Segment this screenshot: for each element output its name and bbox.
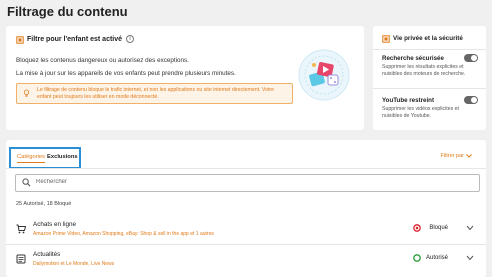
categories-card: Catégories Exclusions Filtrer par 25 Aut… bbox=[6, 140, 486, 277]
divider bbox=[6, 244, 486, 245]
list-item[interactable]: Achats en ligne Amazon Prime Video, Amaz… bbox=[6, 218, 486, 244]
allowed-status-icon bbox=[413, 254, 421, 262]
list-item[interactable]: Actualités Dailymotion et Le Monde, Live… bbox=[6, 248, 486, 274]
child-filter-title: Filtre pour l'enfant est activé bbox=[27, 35, 123, 43]
content-filter-illustration bbox=[298, 49, 350, 101]
page-title: Filtrage du contenu bbox=[7, 4, 128, 19]
category-apps: Amazon Prime Video, Amazon Shopping, eBa… bbox=[33, 231, 214, 237]
safe-search-label: Recherche sécurisée bbox=[382, 55, 444, 62]
youtube-restricted-label: YouTube restreint bbox=[382, 97, 435, 104]
privacy-safety-card: Vie privée et la sécurité Recherche sécu… bbox=[373, 26, 486, 130]
tab-categories[interactable]: Catégories bbox=[17, 154, 46, 163]
shopping-cart-icon bbox=[16, 224, 26, 234]
child-filter-card: Filtre pour l'enfant est activé i Bloque… bbox=[6, 26, 364, 130]
youtube-restricted-toggle[interactable] bbox=[464, 96, 478, 104]
search-box bbox=[15, 174, 480, 192]
tab-bar: Catégories Exclusions bbox=[9, 147, 81, 169]
blocked-status-icon bbox=[413, 224, 421, 232]
status-badge: Autorisé bbox=[425, 255, 448, 261]
category-name: Achats en ligne bbox=[33, 221, 77, 228]
filter-icon bbox=[16, 35, 24, 44]
filter-by-dropdown[interactable]: Filtrer par bbox=[440, 153, 472, 159]
divider bbox=[373, 49, 486, 50]
lightbulb-icon bbox=[23, 89, 30, 97]
chevron-down-icon bbox=[466, 154, 472, 158]
status-badge: Bloqué bbox=[429, 225, 448, 231]
category-counts: 25 Autorisé, 18 Bloqué bbox=[16, 201, 72, 207]
category-name: Actualités bbox=[33, 251, 61, 258]
tab-exclusions[interactable]: Exclusions bbox=[47, 154, 78, 160]
privacy-header: Vie privée et la sécurité bbox=[382, 35, 463, 43]
divider bbox=[6, 168, 486, 169]
warning-banner: Le filtrage de contenu bloque le trafic … bbox=[16, 83, 293, 104]
filter-by-label: Filtrer par bbox=[440, 153, 464, 159]
shield-icon bbox=[382, 35, 390, 43]
child-filter-header: Filtre pour l'enfant est activé i bbox=[16, 35, 135, 44]
info-icon[interactable]: i bbox=[126, 35, 135, 43]
privacy-title: Vie privée et la sécurité bbox=[393, 35, 463, 42]
update-note: La mise à jour sur les appareils de vos … bbox=[16, 70, 236, 77]
category-apps: Dailymotion et Le Monde, Live News bbox=[33, 261, 115, 267]
news-icon bbox=[16, 254, 26, 264]
chevron-down-icon[interactable] bbox=[466, 225, 474, 231]
warning-text: Le filtrage de contenu bloque le trafic … bbox=[37, 87, 275, 100]
search-input[interactable] bbox=[36, 177, 466, 187]
safe-search-desc: Supprimer les résultats explicites et nu… bbox=[382, 64, 466, 77]
youtube-restricted-desc: Supprimer les vidéos explicites et nuisi… bbox=[382, 106, 459, 119]
search-icon bbox=[22, 178, 31, 187]
divider bbox=[373, 88, 486, 89]
safe-search-toggle[interactable] bbox=[464, 54, 478, 62]
chevron-down-icon[interactable] bbox=[466, 255, 474, 261]
filter-description: Bloquez les contenus dangereux ou autori… bbox=[16, 57, 189, 64]
